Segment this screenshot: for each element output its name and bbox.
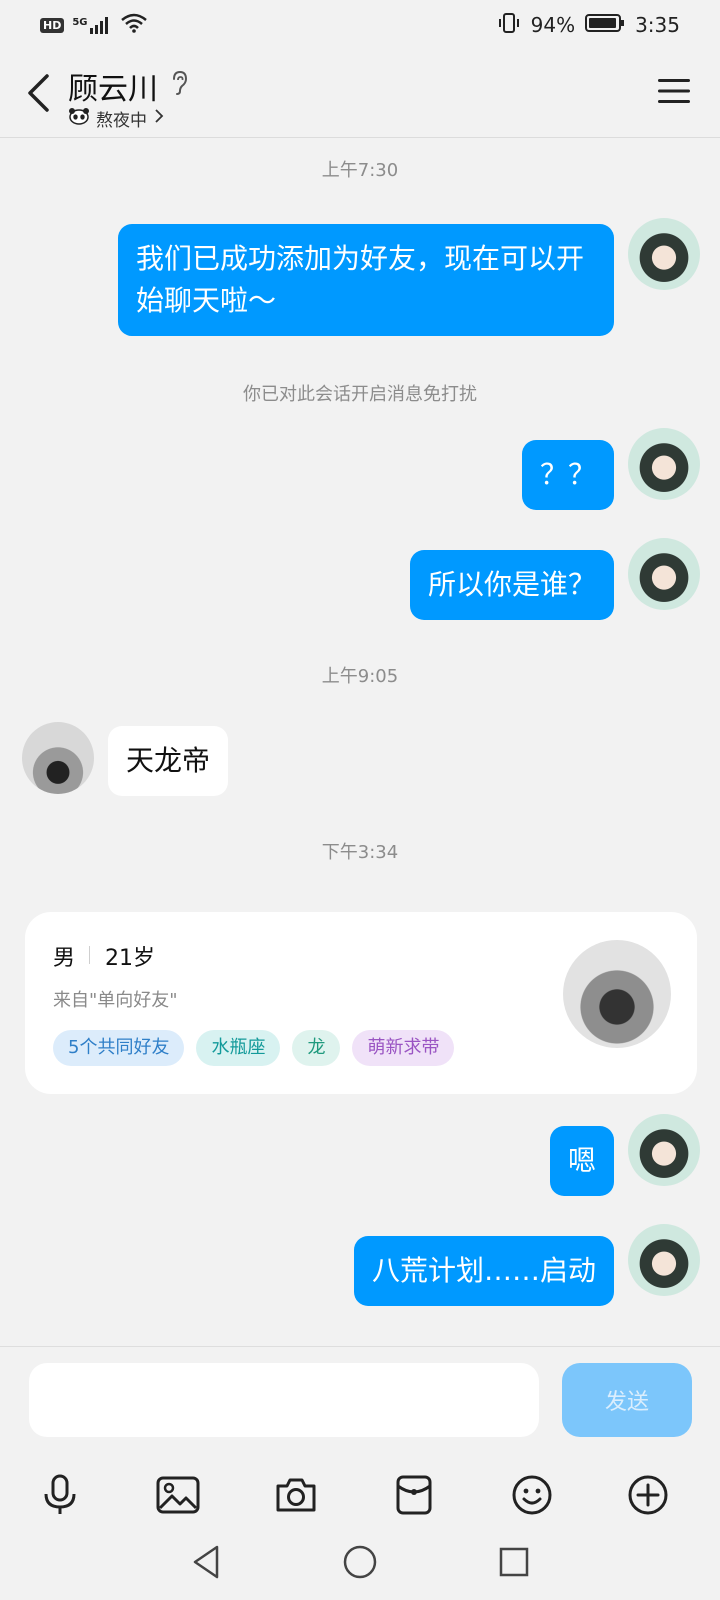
more-button[interactable] xyxy=(618,1465,678,1525)
menu-button[interactable] xyxy=(656,76,692,106)
message-bubble-sent[interactable]: 所以你是谁？ xyxy=(409,550,614,620)
hd-badge: HD xyxy=(40,17,65,33)
my-avatar[interactable] xyxy=(628,1224,700,1296)
camera-icon xyxy=(276,1478,316,1512)
contact-avatar[interactable] xyxy=(22,722,94,794)
divider xyxy=(89,946,90,964)
home-circle-icon xyxy=(343,1545,377,1579)
nav-recents-button[interactable] xyxy=(490,1538,538,1586)
image-icon xyxy=(156,1476,200,1514)
wifi-icon xyxy=(120,13,148,38)
timestamp: 上午9:05 xyxy=(321,666,399,687)
mute-notice: 你已对此会话开启消息免打扰 xyxy=(243,384,477,405)
signal-icon: 5G xyxy=(72,16,111,34)
back-button[interactable] xyxy=(18,68,58,118)
input-toolbar xyxy=(0,1465,720,1535)
profile-card[interactable]: 男 21岁 来自"单向好友" 5个共同好友 水瓶座 龙 萌新求带 xyxy=(25,912,697,1094)
timestamp: 下午3:34 xyxy=(321,842,399,863)
message-bubble-sent[interactable]: 嗯 xyxy=(549,1126,614,1196)
card-avatar[interactable] xyxy=(563,940,671,1048)
system-nav-bar xyxy=(0,1530,720,1600)
emoji-icon xyxy=(512,1475,552,1515)
contact-status[interactable]: 熬夜中 xyxy=(68,106,165,131)
status-text: 熬夜中 xyxy=(96,111,147,131)
red-packet-icon xyxy=(396,1475,432,1515)
message-bubble-sent[interactable]: 我们已成功添加为好友，现在可以开始聊天啦～ xyxy=(118,224,614,336)
back-triangle-icon xyxy=(193,1545,219,1579)
panda-icon xyxy=(68,107,90,130)
emoji-button[interactable] xyxy=(502,1465,562,1525)
status-right: 94% 3:35 xyxy=(497,11,680,40)
contact-name[interactable]: 顾云川 xyxy=(68,64,158,108)
my-avatar[interactable] xyxy=(628,538,700,610)
timestamp: 上午7:30 xyxy=(321,160,399,181)
status-left: HD 5G xyxy=(40,13,148,38)
red-packet-button[interactable] xyxy=(384,1465,444,1525)
camera-button[interactable] xyxy=(266,1465,326,1525)
network-type: 5G xyxy=(72,17,88,28)
my-avatar[interactable] xyxy=(628,428,700,500)
menu-icon xyxy=(658,79,690,103)
back-arrow-icon xyxy=(28,74,49,112)
plus-icon xyxy=(628,1475,668,1515)
message-bubble-received[interactable]: 天龙帝 xyxy=(108,726,229,796)
my-avatar[interactable] xyxy=(628,1114,700,1186)
nav-back-button[interactable] xyxy=(182,1538,230,1586)
chat-header: 顾云川 熬夜中 xyxy=(0,50,720,138)
message-input[interactable] xyxy=(29,1363,539,1437)
clock: 3:35 xyxy=(635,13,680,37)
vibrate-icon xyxy=(497,11,521,40)
nav-home-button[interactable] xyxy=(336,1538,384,1586)
message-bubble-sent[interactable]: ？？ xyxy=(521,440,614,510)
card-age: 21岁 xyxy=(105,946,155,971)
status-bar: HD 5G 94% 3:35 xyxy=(0,0,720,50)
tag-interest[interactable]: 萌新求带 xyxy=(352,1030,455,1066)
battery-percent: 94% xyxy=(530,13,576,37)
ear-icon[interactable] xyxy=(170,70,190,100)
microphone-icon xyxy=(44,1474,76,1514)
voice-button[interactable] xyxy=(30,1465,90,1525)
card-gender: 男 xyxy=(53,946,76,971)
card-tags: 5个共同好友 水瓶座 龙 萌新求带 xyxy=(53,1030,455,1066)
tag-mutual-friends[interactable]: 5个共同好友 xyxy=(53,1030,185,1066)
chevron-right-icon xyxy=(153,108,165,129)
battery-icon xyxy=(585,13,625,38)
message-bubble-sent[interactable]: 八荒计划……启动 xyxy=(353,1236,614,1306)
image-button[interactable] xyxy=(148,1465,208,1525)
card-source: 来自"单向好友" xyxy=(53,990,178,1011)
recents-square-icon xyxy=(499,1547,529,1577)
send-button[interactable]: 发送 xyxy=(562,1363,692,1437)
tag-chinese-zodiac[interactable]: 龙 xyxy=(292,1030,341,1066)
my-avatar[interactable] xyxy=(628,218,700,290)
tag-zodiac[interactable]: 水瓶座 xyxy=(196,1030,281,1066)
